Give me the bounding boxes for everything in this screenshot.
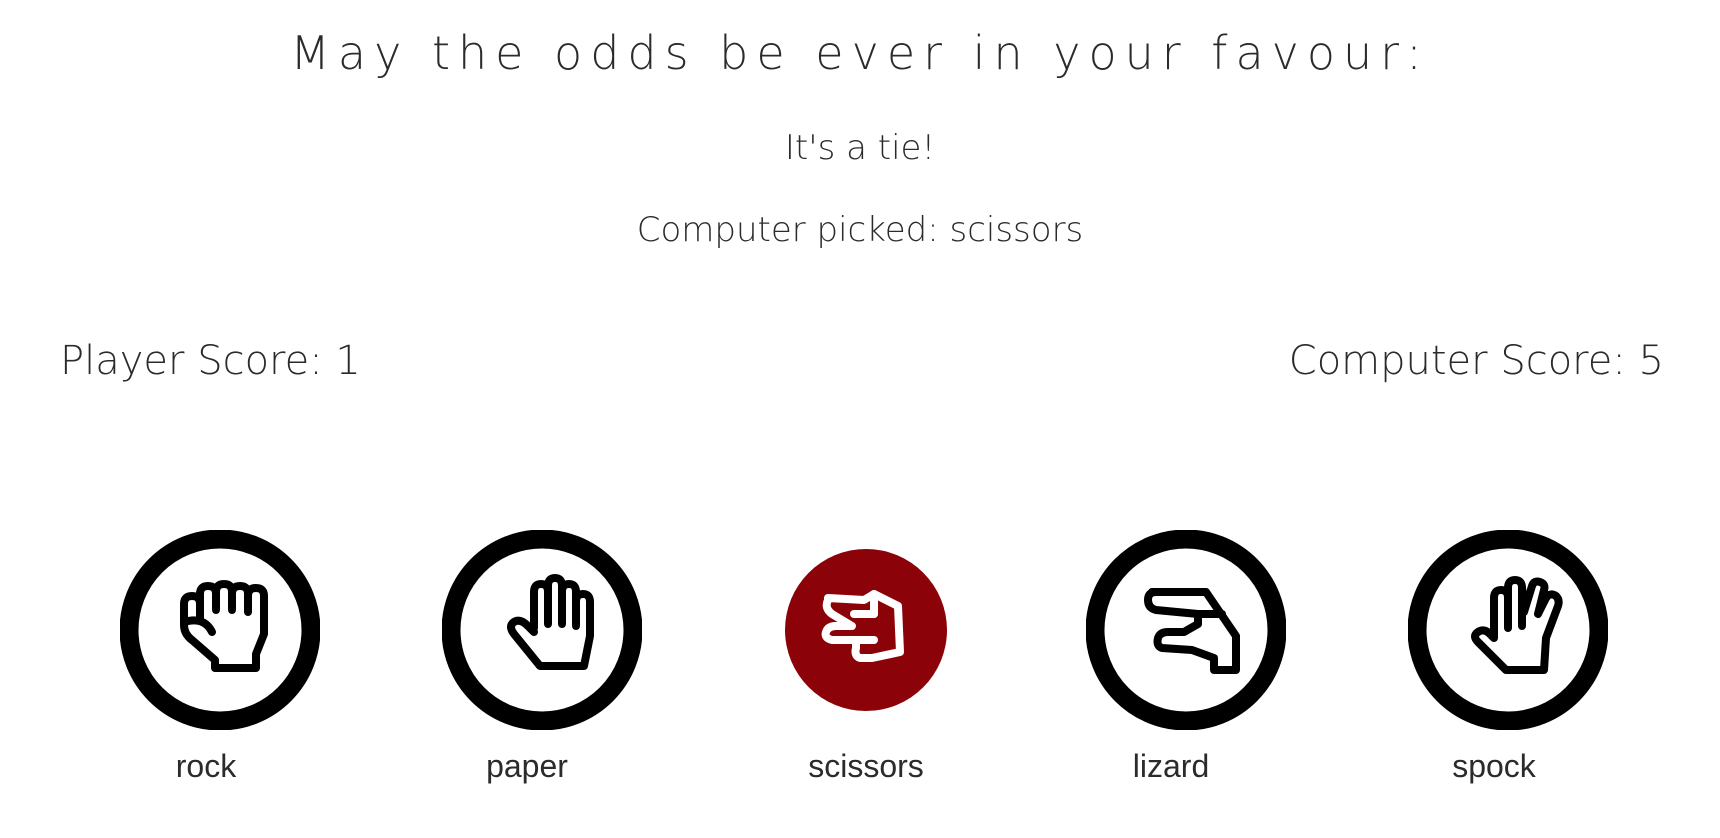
choice-scissors-selected[interactable]: scissors — [746, 530, 986, 785]
spock-label: spock — [1452, 748, 1536, 784]
spock-button[interactable] — [1407, 529, 1609, 731]
paper-label: paper — [486, 748, 568, 784]
choice-rock[interactable]: rock — [100, 529, 340, 785]
scissors-button[interactable] — [766, 530, 966, 730]
player-score: Player Score: 1 — [60, 338, 361, 384]
paper-button[interactable] — [441, 529, 643, 731]
rock-button[interactable] — [119, 529, 321, 731]
choice-paper[interactable]: paper — [422, 529, 662, 785]
scissors-hand-icon — [785, 549, 947, 711]
lizard-hand-icon — [1085, 529, 1287, 731]
lizard-button[interactable] — [1085, 529, 1287, 731]
rock-label: rock — [175, 748, 237, 784]
round-result-text: It's a tie! — [784, 128, 936, 168]
paper-hand-icon — [441, 529, 643, 731]
choice-spock[interactable]: spock — [1388, 529, 1628, 785]
page-heading: May the odds be ever in your favour: — [290, 26, 1430, 80]
computer-pick-text: Computer picked: scissors — [636, 210, 1084, 250]
computer-score: Computer Score: 5 — [1288, 338, 1664, 384]
choice-lizard[interactable]: lizard — [1066, 529, 1306, 785]
scissors-label: scissors — [808, 748, 924, 784]
lizard-label: lizard — [1132, 748, 1210, 784]
spock-hand-icon — [1407, 529, 1609, 731]
game-page: May the odds be ever in your favour: It'… — [0, 0, 1720, 838]
rock-hand-icon — [119, 529, 321, 731]
